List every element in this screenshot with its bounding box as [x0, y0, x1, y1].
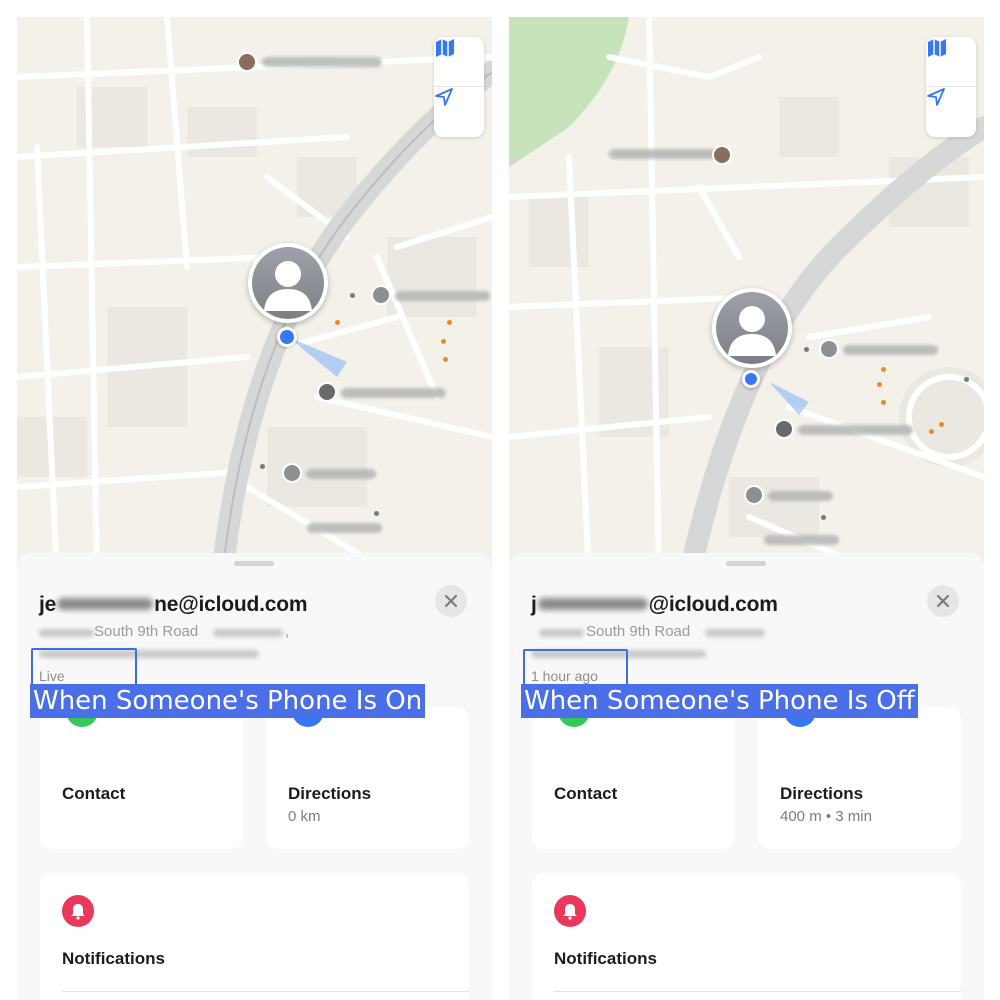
map-marker	[443, 357, 448, 362]
building-icon[interactable]	[371, 285, 391, 305]
address-text: South 9th Road	[94, 623, 198, 640]
map-label	[306, 469, 376, 479]
map-controls	[926, 37, 976, 137]
notifications-label: Notifications	[554, 949, 657, 968]
email-domain: @icloud.com	[648, 593, 778, 616]
notifications-label: Notifications	[62, 949, 165, 968]
map-label	[341, 388, 446, 398]
building-icon[interactable]	[282, 463, 302, 483]
map-marker	[260, 464, 265, 469]
contact-label: Contact	[554, 784, 618, 803]
address-suffix: ,	[285, 623, 290, 640]
avatar[interactable]	[248, 243, 328, 323]
directions-distance: 0 km	[288, 808, 321, 825]
address-redaction	[539, 629, 584, 637]
map-view[interactable]	[17, 17, 492, 577]
sheet-grabber[interactable]	[234, 561, 274, 566]
address-redaction	[705, 629, 765, 637]
person-icon	[728, 306, 776, 356]
directions-card[interactable]: Directions 0 km	[266, 695, 469, 849]
map-label	[307, 523, 382, 533]
map-marker	[374, 511, 379, 516]
map-marker	[821, 515, 826, 520]
building-icon[interactable]	[744, 485, 764, 505]
email-address: j @icloud.com	[531, 593, 778, 617]
location-dot-icon	[742, 370, 760, 388]
map-marker	[939, 422, 944, 427]
divider	[554, 991, 961, 992]
map-view[interactable]	[509, 17, 984, 577]
map-label	[609, 149, 719, 159]
person-detail-sheet: j @icloud.com South 9th Road 1 hour ago C…	[509, 553, 984, 1000]
email-prefix: je	[39, 593, 57, 616]
poi-icon[interactable]	[317, 382, 337, 402]
screen-phone-on: je ne@icloud.com South 9th Road , Live Co…	[17, 17, 492, 1000]
map-label	[395, 291, 490, 301]
bell-icon	[62, 895, 94, 927]
contact-card[interactable]: Contact	[40, 695, 243, 849]
contact-label: Contact	[62, 784, 126, 803]
address-redaction	[213, 629, 283, 637]
directions-distance: 400 m • 3 min	[780, 808, 872, 825]
map-marker	[447, 320, 452, 325]
map-label	[262, 57, 382, 67]
map-icon[interactable]	[926, 37, 976, 87]
notifications-card[interactable]: Notifications	[40, 873, 469, 1000]
address-redaction	[39, 629, 94, 637]
map-icon[interactable]	[434, 37, 484, 87]
map-marker	[881, 367, 886, 372]
person-detail-sheet: je ne@icloud.com South 9th Road , Live Co…	[17, 553, 492, 1000]
close-icon[interactable]	[927, 585, 959, 617]
caption-banner-phone-off: When Someone's Phone Is Off	[521, 684, 918, 718]
sheet-grabber[interactable]	[726, 561, 766, 566]
school-icon[interactable]	[237, 52, 257, 72]
map-controls	[434, 37, 484, 137]
map-marker	[335, 320, 340, 325]
directions-card[interactable]: Directions 400 m • 3 min	[758, 695, 961, 849]
directions-label: Directions	[780, 784, 864, 803]
location-dot-icon	[277, 327, 297, 347]
map-label	[764, 535, 839, 545]
caption-banner-phone-on: When Someone's Phone Is On	[30, 684, 426, 718]
map-label	[768, 491, 833, 501]
directions-label: Directions	[288, 784, 372, 803]
email-prefix: j	[531, 593, 537, 616]
map-marker	[804, 347, 809, 352]
address-text: South 9th Road	[586, 623, 690, 640]
person-icon	[264, 261, 312, 311]
screen-phone-off: j @icloud.com South 9th Road 1 hour ago C…	[509, 17, 984, 1000]
divider	[62, 991, 469, 992]
contact-card[interactable]: Contact	[532, 695, 735, 849]
location-arrow-icon[interactable]	[926, 87, 976, 137]
map-marker	[350, 293, 355, 298]
map-marker	[929, 429, 934, 434]
map-marker	[441, 339, 446, 344]
notifications-card[interactable]: Notifications	[532, 873, 961, 1000]
avatar[interactable]	[712, 288, 792, 368]
bell-icon	[554, 895, 586, 927]
address-street: South 9th Road	[94, 623, 199, 640]
map-marker	[881, 400, 886, 405]
close-icon[interactable]	[435, 585, 467, 617]
poi-icon[interactable]	[774, 419, 794, 439]
location-arrow-icon[interactable]	[434, 87, 484, 137]
map-marker	[964, 377, 969, 382]
email-address: je ne@icloud.com	[39, 593, 308, 617]
building-icon[interactable]	[819, 339, 839, 359]
email-redaction	[537, 597, 648, 610]
email-domain: ne@icloud.com	[154, 593, 308, 616]
map-marker	[877, 382, 882, 387]
map-label	[798, 425, 913, 435]
school-icon[interactable]	[712, 145, 732, 165]
email-redaction	[57, 597, 154, 610]
map-label	[843, 345, 938, 355]
address-street: South 9th Road	[586, 623, 691, 640]
